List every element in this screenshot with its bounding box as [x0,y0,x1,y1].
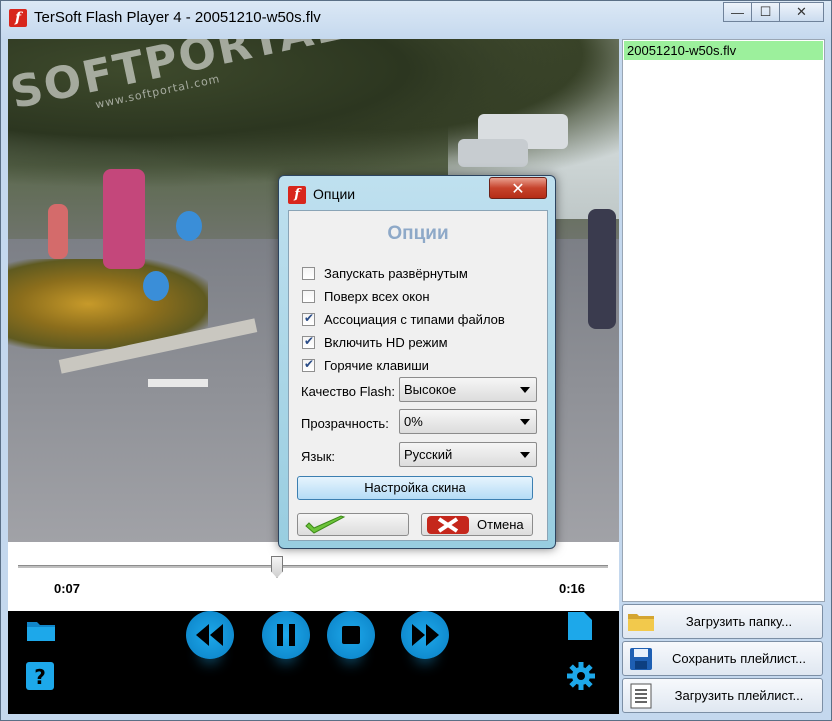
video-person [48,204,68,259]
option-label: Поверх всех окон [324,289,430,304]
dialog-heading: Опции [387,223,449,244]
video-person [103,169,145,269]
load-playlist-label: Загрузить плейлист... [674,688,804,703]
option-label: Запускать развёрнутым [324,266,468,281]
stop-icon [342,626,360,644]
quality-value: Высокое [404,382,457,397]
chevron-down-icon [520,387,530,393]
option-label: Включить HD режим [324,335,448,350]
playlist-item[interactable]: 20051210-w50s.flv [624,41,823,60]
language-select[interactable]: Русский [399,442,537,467]
load-playlist-button[interactable]: Загрузить плейлист... [622,678,823,713]
file-icon[interactable] [565,611,595,641]
document-list-icon [626,682,656,710]
video-balloon [143,271,169,301]
title-bar: f TerSoft Flash Player 4 - 20051210-w50s… [1,1,831,35]
cancel-label: Отмена [477,517,524,532]
load-folder-button[interactable]: Загрузить папку... [622,604,823,639]
option-hd-mode[interactable]: Включить HD режим [302,334,448,350]
svg-text:?: ? [34,665,46,689]
window-controls: — ☐ ✕ [723,2,824,22]
help-icon[interactable]: ? [25,661,55,691]
load-folder-label: Загрузить папку... [685,614,793,629]
skin-settings-button[interactable]: Настройка скина [297,476,533,500]
video-person [588,209,616,329]
folder-icon [626,608,656,636]
fast-forward-icon [412,624,439,646]
checkbox[interactable] [302,357,315,372]
option-hotkeys[interactable]: Горячие клавиши [302,357,429,373]
flash-icon: f [9,9,27,27]
total-time: 0:16 [559,581,586,596]
cancel-x-icon [427,515,469,534]
window-title: TerSoft Flash Player 4 - 20051210-w50s.f… [34,9,321,26]
option-label: Ассоциация с типами файлов [324,312,505,327]
flash-icon: f [288,186,306,204]
floppy-disk-icon [626,645,656,673]
player-controls: ? [8,611,619,714]
seek-thumb[interactable] [271,556,283,578]
checkmark-icon [305,515,346,534]
seek-bar[interactable] [18,565,608,568]
transparency-select[interactable]: 0% [399,409,537,434]
stop-button[interactable] [327,611,375,659]
minimize-button[interactable]: — [723,2,752,22]
options-dialog: f Опции ✕ Опции Запускать развёрнутым По… [278,175,556,549]
checkbox[interactable] [302,311,315,326]
rewind-button[interactable] [186,611,234,659]
video-road-stripe [148,379,208,387]
save-playlist-button[interactable]: Сохранить плейлист... [622,641,823,676]
video-balloon [176,211,202,241]
transparency-label: Прозрачность: [301,416,389,431]
maximize-button[interactable]: ☐ [751,2,780,22]
ok-button[interactable] [297,513,409,536]
close-button[interactable]: ✕ [779,2,824,22]
option-label: Горячие клавиши [324,358,429,373]
language-label: Язык: [301,449,335,464]
seek-area: 0:07 0:16 [8,542,619,611]
language-value: Русский [404,447,453,462]
option-always-on-top[interactable]: Поверх всех окон [302,289,430,304]
fast-forward-button[interactable] [401,611,449,659]
quality-select[interactable]: Высокое [399,377,537,402]
app-window: f TerSoft Flash Player 4 - 20051210-w50s… [0,0,832,721]
chevron-down-icon [520,419,530,425]
transparency-value: 0% [404,414,423,429]
dialog-close-button[interactable]: ✕ [489,177,547,199]
checkbox[interactable] [302,267,315,280]
checkbox[interactable] [302,334,315,349]
chevron-down-icon [520,452,530,458]
quality-label: Качество Flash: [301,384,395,399]
current-time: 0:07 [54,581,81,596]
pause-button[interactable] [262,611,310,659]
playlist: 20051210-w50s.flv [622,39,825,602]
video-car [458,139,528,167]
save-playlist-label: Сохранить плейлист... [671,651,807,666]
option-start-maximized[interactable]: Запускать развёрнутым [302,266,468,281]
rewind-icon [196,624,223,646]
gear-icon[interactable] [564,659,598,693]
checkbox[interactable] [302,290,315,303]
folder-icon[interactable] [23,615,59,645]
dialog-body: Опции Запускать развёрнутым Поверх всех … [288,210,548,541]
dialog-title: Опции [313,186,356,202]
option-file-association[interactable]: Ассоциация с типами файлов [302,311,505,327]
cancel-button[interactable]: Отмена [421,513,533,536]
pause-icon [277,624,295,646]
